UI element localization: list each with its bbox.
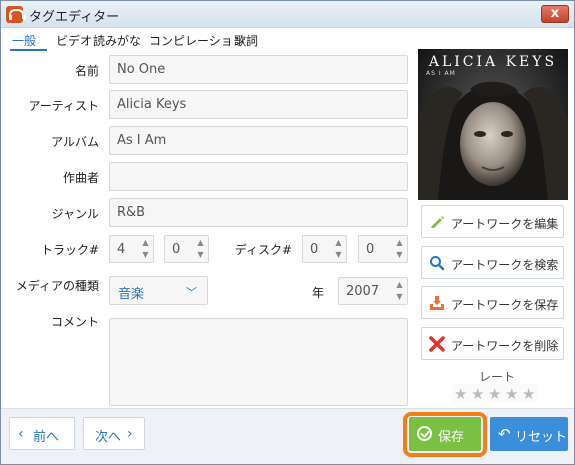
rating-stars[interactable]: ★ ★ ★ ★ ★ <box>452 384 538 403</box>
delete-artwork-label: アートワークを削除 <box>451 339 559 353</box>
search-artwork-button[interactable]: アートワークを検索 <box>421 246 564 279</box>
genre-field[interactable]: R&B <box>109 198 408 227</box>
star-icon[interactable]: ★ <box>471 385 484 403</box>
title-bar: タグエディター x <box>1 1 574 28</box>
chevron-down-icon[interactable]: ▼ <box>333 249 344 261</box>
chevron-left-icon: ‹ <box>18 426 24 442</box>
window-title: タグエディター <box>29 10 120 25</box>
chevron-down-icon[interactable]: ▼ <box>394 249 405 261</box>
media-type-label: メディアの種類 <box>15 279 99 293</box>
name-label: 名前 <box>74 64 99 78</box>
album-label: アルバム <box>51 135 99 149</box>
chevron-down-icon[interactable]: ▼ <box>140 249 151 261</box>
check-circle-icon <box>417 426 432 441</box>
previous-label: 前へ <box>33 430 60 445</box>
disc-total-stepper[interactable]: 0 ▲ ▼ <box>358 235 408 263</box>
disc-total-value: 0 <box>366 242 375 257</box>
track-total-value: 0 <box>172 242 181 257</box>
edit-artwork-label: アートワークを編集 <box>451 217 559 231</box>
name-field[interactable]: No One <box>109 55 408 84</box>
chevron-up-icon[interactable]: ▲ <box>394 279 405 291</box>
previous-button[interactable]: ‹ 前へ <box>9 417 75 450</box>
tab-lyrics[interactable]: 歌詞 <box>234 32 258 49</box>
tag-editor-window: タグエディター x 一般 ビデオ 読みがな コンピレーション 歌詞 名前 No … <box>0 0 575 465</box>
track-number-stepper[interactable]: 4 ▲ ▼ <box>109 235 154 263</box>
comment-field[interactable] <box>109 318 408 406</box>
composer-label: 作曲者 <box>62 171 99 185</box>
chevron-up-icon[interactable]: ▲ <box>140 237 151 249</box>
star-icon[interactable]: ★ <box>454 385 467 403</box>
next-button[interactable]: 次へ › <box>83 417 145 450</box>
pencil-icon <box>431 216 444 228</box>
active-tab-indicator <box>10 49 47 51</box>
close-button[interactable]: x <box>541 5 569 23</box>
rating-label: レート <box>479 370 516 384</box>
album-cover-title: AS I AM <box>426 70 456 77</box>
delete-artwork-button[interactable]: アートワークを削除 <box>421 327 564 360</box>
save-artwork-label: アートワークを保存 <box>451 298 559 312</box>
tab-general[interactable]: 一般 <box>12 32 36 49</box>
track-total-stepper[interactable]: 0 ▲ ▼ <box>164 235 209 263</box>
chevron-down-icon: ﹀ <box>186 286 197 299</box>
album-field[interactable]: As I Am <box>109 126 408 155</box>
magnifier-icon <box>430 256 445 271</box>
media-type-select[interactable]: 音楽 ﹀ <box>109 276 208 305</box>
composer-field[interactable] <box>109 162 408 191</box>
undo-icon: ↶ <box>498 425 511 443</box>
reset-button[interactable]: ↶ リセット <box>490 417 568 451</box>
star-icon[interactable]: ★ <box>522 385 535 403</box>
chevron-up-icon[interactable]: ▲ <box>195 237 206 249</box>
chevron-up-icon[interactable]: ▲ <box>333 237 344 249</box>
artist-field[interactable]: Alicia Keys <box>109 90 408 119</box>
chevron-down-icon[interactable]: ▼ <box>195 249 206 261</box>
comment-label: コメント <box>50 315 99 329</box>
reset-label: リセット <box>515 430 568 445</box>
save-label: 保存 <box>438 430 465 445</box>
download-tray-icon <box>430 296 444 310</box>
search-artwork-label: アートワークを検索 <box>451 258 559 272</box>
x-icon <box>429 336 445 352</box>
next-label: 次へ <box>95 430 122 445</box>
save-artwork-button[interactable]: アートワークを保存 <box>421 286 564 319</box>
headphones-icon <box>6 6 26 23</box>
disc-number-value: 0 <box>310 242 319 257</box>
year-stepper[interactable]: 2007 ▲ ▼ <box>338 277 408 305</box>
star-icon[interactable]: ★ <box>488 385 501 403</box>
tab-reading[interactable]: 読みがな <box>93 32 141 49</box>
chevron-down-icon[interactable]: ▼ <box>394 291 405 303</box>
track-number-value: 4 <box>117 242 126 257</box>
genre-label: ジャンル <box>51 207 99 221</box>
artist-label: アーティスト <box>28 99 99 113</box>
album-artwork: ALICIA KEYS AS I AM <box>418 49 568 200</box>
edit-artwork-button[interactable]: アートワークを編集 <box>421 205 564 238</box>
album-cover-artist: ALICIA KEYS <box>428 54 558 70</box>
chevron-up-icon[interactable]: ▲ <box>394 237 405 249</box>
tab-compilation[interactable]: コンピレーション <box>149 32 245 49</box>
star-icon[interactable]: ★ <box>505 385 518 403</box>
media-type-value: 音楽 <box>118 287 145 302</box>
track-label: トラック# <box>40 243 99 257</box>
tab-video[interactable]: ビデオ <box>56 32 92 49</box>
save-button[interactable]: 保存 <box>409 417 481 451</box>
chevron-right-icon: › <box>127 426 133 442</box>
disc-number-stepper[interactable]: 0 ▲ ▼ <box>302 235 347 263</box>
year-label: 年 <box>311 286 324 300</box>
year-value: 2007 <box>346 284 380 299</box>
disc-label: ディスク# <box>234 243 292 257</box>
